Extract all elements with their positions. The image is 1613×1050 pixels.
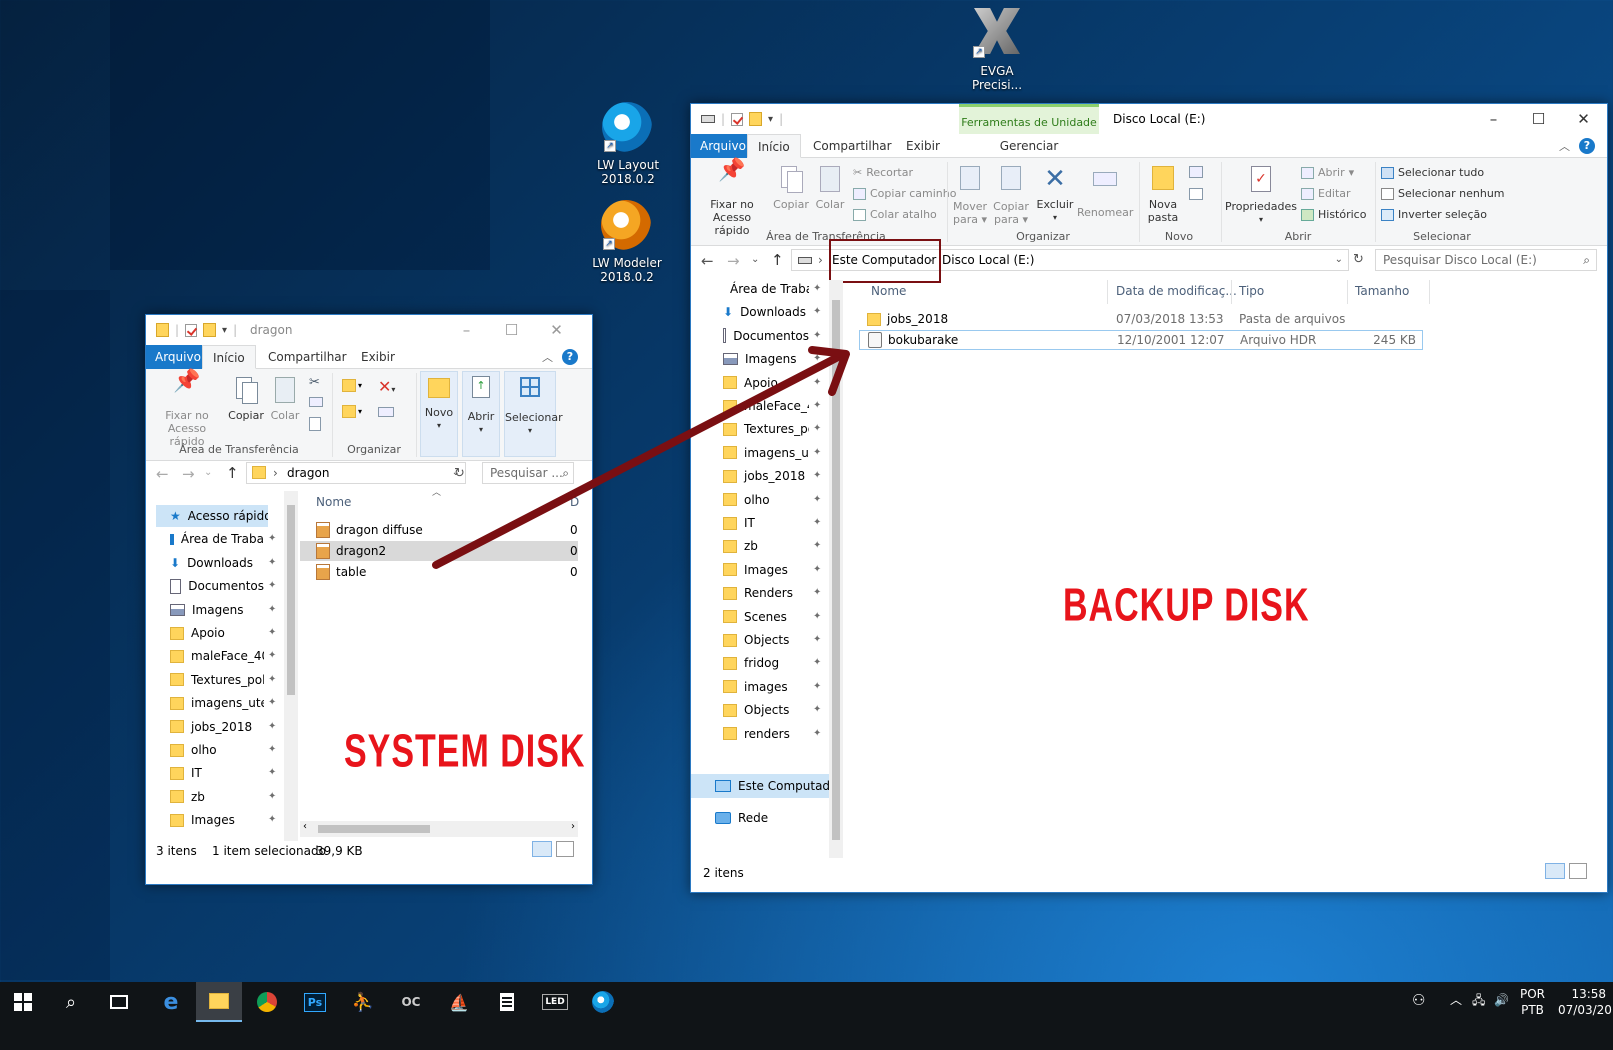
edge-icon: e bbox=[163, 989, 179, 1015]
search-icon: ⌕ bbox=[65, 991, 77, 1013]
taskbar-edge[interactable]: e bbox=[148, 982, 194, 1022]
task-view-icon bbox=[110, 995, 128, 1009]
windows-logo-icon bbox=[14, 993, 32, 1011]
taskbar-photoshop[interactable]: Ps bbox=[292, 982, 338, 1022]
calculator-icon bbox=[500, 993, 514, 1011]
clock[interactable]: 13:5807/03/201 bbox=[1558, 986, 1613, 1018]
annotation-arrow bbox=[432, 346, 850, 569]
network-tray-icon[interactable]: 🖧 bbox=[1472, 992, 1485, 1008]
zbrush-icon: ⛹ bbox=[351, 991, 375, 1013]
annotation-backup-disk: BACKUP DISK bbox=[1063, 580, 1310, 632]
volume-icon[interactable]: 🔊 bbox=[1494, 992, 1509, 1008]
taskbar-led-app[interactable]: LED bbox=[532, 982, 578, 1022]
taskbar-chrome[interactable] bbox=[244, 982, 290, 1022]
file-explorer-icon bbox=[209, 993, 229, 1009]
start-button[interactable] bbox=[0, 982, 46, 1022]
show-hidden-icons[interactable]: ︿ bbox=[1450, 992, 1462, 1008]
task-view-button[interactable] bbox=[96, 982, 142, 1022]
taskbar-file-explorer[interactable] bbox=[196, 982, 242, 1022]
taskbar-zbrush[interactable]: ⛹ bbox=[340, 982, 386, 1022]
taskbar-corsair[interactable]: ⛵ bbox=[436, 982, 482, 1022]
input-language[interactable]: POR PTB bbox=[1520, 986, 1545, 1018]
search-taskbar-button[interactable]: ⌕ bbox=[48, 982, 94, 1022]
led-app-icon: LED bbox=[542, 994, 568, 1010]
chrome-icon bbox=[257, 992, 277, 1012]
photoshop-icon: Ps bbox=[303, 992, 327, 1012]
lightwave-icon bbox=[592, 991, 614, 1013]
evga-precision-icon: OC bbox=[401, 995, 421, 1009]
taskbar-lightwave[interactable] bbox=[580, 982, 626, 1022]
taskbar: ⌕ e Ps ⛹ OC ⛵ LED ⚇ ︿ 🖧 🔊 POR PTB 13:58 07… bbox=[0, 982, 1613, 1050]
taskbar-evga[interactable]: OC bbox=[388, 982, 434, 1022]
people-icon[interactable]: ⚇ bbox=[1412, 992, 1425, 1008]
annotation-system-disk: SYSTEM DISK bbox=[344, 726, 586, 778]
taskbar-calculator[interactable] bbox=[484, 982, 530, 1022]
corsair-icon: ⛵ bbox=[449, 992, 469, 1012]
